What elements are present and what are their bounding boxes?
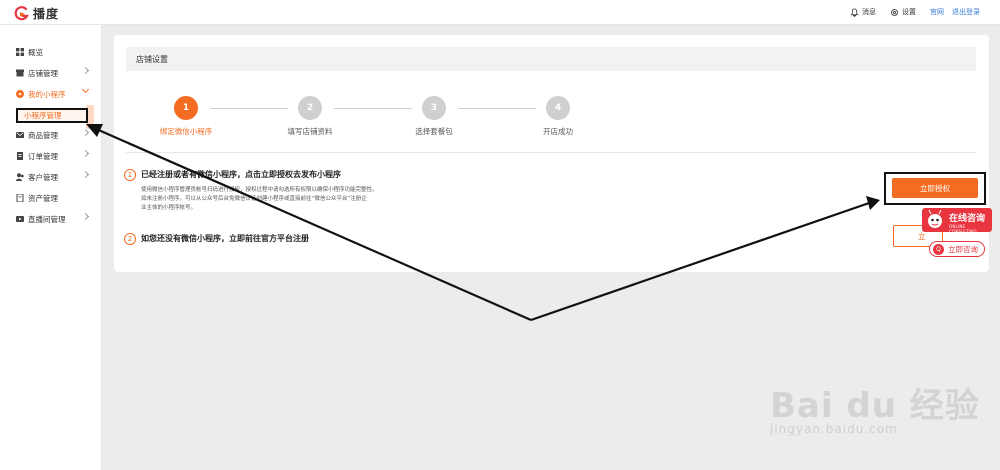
messages-label: 消息: [862, 8, 876, 16]
settings-button[interactable]: 设置: [890, 7, 916, 17]
sidebar-subitem-miniprogram-manage[interactable]: 小程序管理: [16, 108, 88, 123]
sidebar-item-label: 概览: [28, 47, 43, 57]
step-connector: [210, 108, 288, 109]
option-2-title: 如您还没有微信小程序，立即前往官方平台注册: [141, 234, 309, 243]
header-actions: 消息 设置 官网 退出登录: [836, 7, 980, 17]
sidebar-subitem-label: 小程序管理: [24, 111, 62, 120]
sidebar-item-goods[interactable]: 商品管理: [0, 125, 102, 145]
step-connector: [334, 108, 412, 109]
consult-now-label: 立即咨询: [948, 244, 978, 254]
online-consult-widget[interactable]: 在线咨询 ONLINE CONSULTING: [922, 208, 992, 234]
chevron-right-icon: [81, 66, 90, 75]
sidebar-item-overview[interactable]: 概览: [0, 42, 102, 62]
miniprogram-icon: [16, 90, 24, 98]
step-3-label: 选择套餐包: [415, 127, 453, 136]
customer-icon: [16, 173, 24, 181]
logo-text: 播度: [33, 7, 60, 21]
order-icon: [16, 152, 24, 160]
logout-link[interactable]: 退出登录: [952, 7, 980, 17]
sidebar: 概览 店铺管理 我的小程序 小程序管理 商品管理 订单管理 客户管理 资产管理 …: [0, 25, 102, 470]
option-1-desc-line1: 使用微信小程序管理员帐号扫码进行授权，授权过程中请勾选所有权限以确保小程序功能完…: [141, 187, 378, 193]
step-3-circle: 3: [422, 96, 446, 120]
consult-title: 在线咨询: [949, 214, 986, 224]
messages-button[interactable]: 消息: [850, 7, 876, 17]
option-1-desc-line2: 如未注册小程序，可以从公众号后台免微信认证创建小程序或直接前往“微信公众平台”注…: [141, 196, 367, 202]
top-bar: 播度 消息 设置 官网 退出登录: [0, 0, 1000, 25]
step-connector: [458, 108, 536, 109]
section-divider: [126, 152, 976, 153]
sidebar-item-label: 资产管理: [28, 193, 58, 203]
sidebar-item-label: 我的小程序: [28, 89, 66, 99]
logo[interactable]: 播度: [14, 5, 59, 22]
goods-icon: [16, 131, 24, 139]
option-1-title: 已经注册或者有微信小程序，点击立即授权去发布小程序: [141, 170, 341, 179]
option-1-number: 1: [124, 169, 136, 181]
watermark-url: jingyan.baidu.com: [770, 422, 898, 436]
consult-now-button[interactable]: Q 立即咨询: [929, 241, 985, 257]
option-1-desc-line3: 业主体的小程序帐号。: [141, 205, 197, 211]
bell-icon: [850, 7, 859, 17]
sidebar-item-label: 订单管理: [28, 151, 58, 161]
sidebar-item-label: 客户管理: [28, 172, 58, 182]
panel-title: 店铺设置: [126, 47, 976, 71]
chevron-right-icon: [81, 149, 90, 158]
watermark-main: Bai du 经验: [770, 386, 980, 426]
asset-icon: [16, 193, 24, 203]
sidebar-item-label: 店铺管理: [28, 68, 58, 78]
chevron-down-icon: [81, 85, 90, 94]
official-site-link[interactable]: 官网: [930, 7, 944, 17]
grid-icon: [16, 48, 24, 56]
bee-mascot-icon: [928, 209, 942, 228]
baidu-watermark: Bai du 经验 jingyan.baidu.com: [770, 378, 980, 436]
authorize-button[interactable]: 立即授权: [892, 178, 978, 198]
sidebar-item-live[interactable]: 直播间管理: [0, 209, 102, 229]
sidebar-item-miniprogram[interactable]: 我的小程序: [0, 84, 102, 104]
consult-subtitle: ONLINE CONSULTING: [949, 224, 977, 234]
settings-label: 设置: [902, 8, 916, 16]
step-2-circle: 2: [298, 96, 322, 120]
sidebar-item-label: 商品管理: [28, 130, 58, 140]
qq-icon: Q: [933, 244, 944, 255]
store-icon: [16, 69, 24, 77]
sidebar-item-assets[interactable]: 资产管理: [0, 188, 102, 208]
step-1-circle: 1: [174, 96, 198, 120]
step-2-label: 填写店铺资料: [287, 127, 333, 136]
chevron-right-icon: [81, 212, 90, 221]
sidebar-item-label: 直播间管理: [28, 214, 66, 224]
gear-icon: [891, 8, 898, 16]
sidebar-item-customers[interactable]: 客户管理: [0, 167, 102, 187]
logo-mark-icon: [14, 5, 30, 22]
sidebar-item-store[interactable]: 店铺管理: [0, 63, 102, 83]
chevron-right-icon: [81, 170, 90, 179]
chevron-right-icon: [81, 128, 90, 137]
step-4-label: 开店成功: [543, 127, 573, 136]
sidebar-item-orders[interactable]: 订单管理: [0, 146, 102, 166]
option-2-number: 2: [124, 233, 136, 245]
live-icon: [16, 215, 24, 223]
step-4-circle: 4: [546, 96, 570, 120]
step-1-label: 绑定微信小程序: [159, 127, 213, 136]
